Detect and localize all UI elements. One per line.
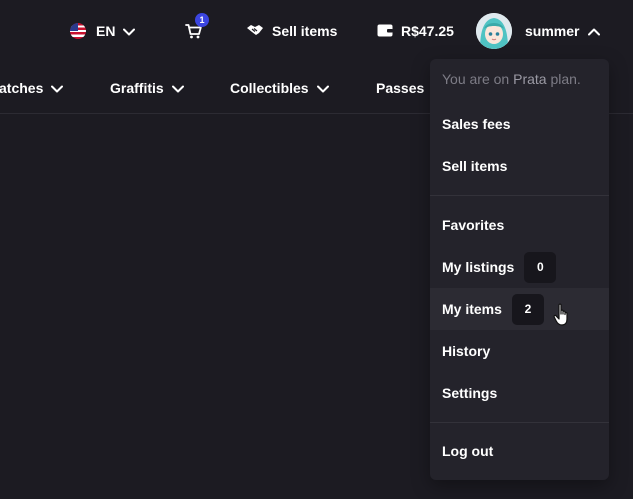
menu-item-settings[interactable]: Settings xyxy=(430,372,609,414)
menu-item-label: Sell items xyxy=(442,158,508,174)
menu-item-label: Sales fees xyxy=(442,116,511,132)
nav-item-collectibles[interactable]: Collectibles xyxy=(230,62,329,114)
nav-item-passes[interactable]: Passes xyxy=(376,62,424,114)
menu-item-log-out[interactable]: Log out xyxy=(430,430,609,472)
chevron-down-icon xyxy=(171,80,184,96)
handshake-icon xyxy=(246,23,264,40)
language-selector[interactable]: EN xyxy=(70,0,136,62)
menu-item-label: History xyxy=(442,343,491,359)
language-label: EN xyxy=(96,23,116,39)
plan-name: Prata xyxy=(513,71,547,87)
nav-item-graffitis[interactable]: Graffitis xyxy=(110,62,184,114)
listings-count-badge: 0 xyxy=(524,251,557,283)
nav-item-patches[interactable]: atches xyxy=(0,62,64,114)
plan-suffix: plan. xyxy=(546,71,581,87)
us-flag-icon xyxy=(70,23,86,39)
menu-item-history[interactable]: History xyxy=(430,330,609,372)
nav-item-label: Graffitis xyxy=(110,80,164,96)
cart-button[interactable]: 1 xyxy=(185,0,209,62)
menu-item-my-listings[interactable]: My listings 0 xyxy=(430,246,609,288)
sell-items-label: Sell items xyxy=(272,23,338,39)
cart-count-badge: 1 xyxy=(195,13,209,27)
nav-item-label: Passes xyxy=(376,80,425,96)
items-count-badge: 2 xyxy=(511,293,544,325)
plan-info: You are on Prata plan. xyxy=(442,71,581,87)
menu-item-label: My items xyxy=(442,301,502,317)
chevron-down-icon xyxy=(123,23,136,39)
cart-icon: 1 xyxy=(185,13,209,40)
menu-item-label: Favorites xyxy=(442,217,505,233)
menu-divider xyxy=(430,422,609,423)
menu-divider xyxy=(430,195,609,196)
sell-items-button[interactable]: Sell items xyxy=(246,0,337,62)
menu-item-sales-fees[interactable]: Sales fees xyxy=(430,103,609,145)
menu-item-favorites[interactable]: Favorites xyxy=(430,204,609,246)
menu-item-my-items[interactable]: My items 2 xyxy=(430,288,609,330)
username-label: summer xyxy=(525,23,580,39)
wallet-balance[interactable]: R$47.25 xyxy=(377,0,454,62)
nav-item-label: Collectibles xyxy=(230,80,309,96)
menu-item-label: Log out xyxy=(442,443,494,459)
wallet-balance-label: R$47.25 xyxy=(401,23,454,39)
chevron-down-icon xyxy=(51,80,64,96)
avatar xyxy=(476,13,512,49)
menu-item-label: Settings xyxy=(442,385,498,401)
user-dropdown-menu: You are on Prata plan. Sales fees Sell i… xyxy=(430,59,609,480)
chevron-down-icon xyxy=(316,80,329,96)
wallet-icon xyxy=(377,23,393,40)
chevron-up-icon xyxy=(588,23,601,39)
hand-cursor-icon xyxy=(553,303,573,332)
nav-item-label: atches xyxy=(0,80,44,96)
user-menu-toggle[interactable]: summer xyxy=(476,0,601,62)
menu-item-sell-items[interactable]: Sell items xyxy=(430,145,609,187)
plan-prefix: You are on xyxy=(442,71,514,87)
menu-item-label: My listings xyxy=(442,259,515,275)
